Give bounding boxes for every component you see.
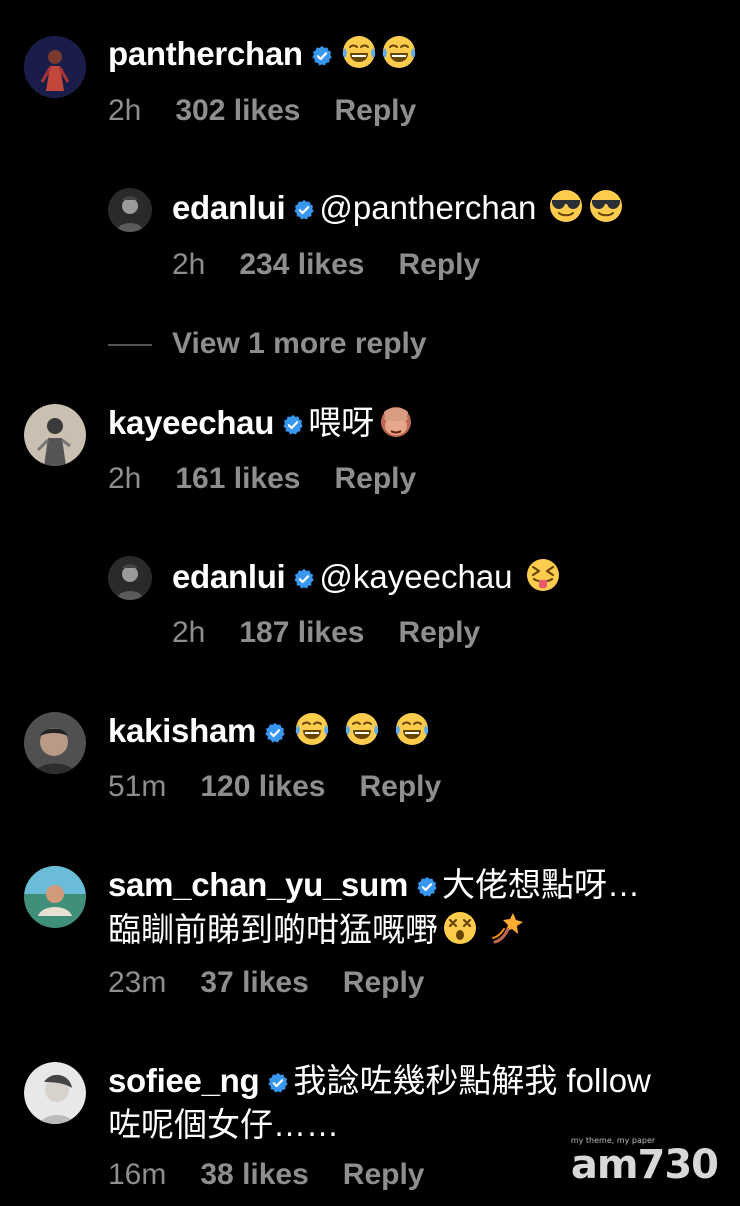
comment-line: sam_chan_yu_sum 大佬想點呀… [108,863,640,907]
view-more-replies-button[interactable]: View 1 more reply [108,324,427,364]
username[interactable]: sofiee_ng [108,1062,260,1099]
avatar[interactable] [24,1062,86,1124]
avatar[interactable] [24,712,86,774]
comment-line: kakisham [108,709,430,753]
verified-badge-icon [293,568,315,590]
likes-count[interactable]: 37 likes [200,966,308,999]
verified-badge-icon [267,1072,289,1094]
timestamp: 2h [108,462,142,495]
comment-meta: 2h 187 likes Reply [172,613,480,653]
timestamp: 2h [172,616,206,649]
reply-button[interactable]: Reply [335,94,417,127]
comment-line: edanlui @pantherchan [172,186,624,230]
reply-button[interactable]: Reply [399,616,481,649]
laughing-emoji-icon [344,711,380,747]
comment-meta: 2h 161 likes Reply [108,459,416,499]
watermark-text: am730 [570,1142,719,1188]
squinting-tongue-emoji-icon [525,557,561,593]
comment-text: 喂呀 [308,404,375,441]
mention-link[interactable]: @kayeechau [319,558,512,595]
comment-meta: 2h 302 likes Reply [108,91,416,131]
comment-meta: 2h 234 likes Reply [172,245,480,285]
sunglasses-emoji-icon [548,188,584,224]
timestamp: 2h [172,248,206,281]
verified-badge-icon [264,722,286,744]
avatar[interactable] [24,404,86,466]
timestamp: 23m [108,966,167,999]
divider [108,344,152,347]
laughing-emoji-icon [294,711,330,747]
comment-text: 我諗咗幾秒點解我 follow [293,1062,651,1099]
comment-meta: 16m 38 likes Reply [108,1155,425,1195]
reply-button[interactable]: Reply [335,462,417,495]
timestamp: 51m [108,770,167,803]
verified-badge-icon [311,45,333,67]
reply-button[interactable]: Reply [343,966,425,999]
likes-count[interactable]: 234 likes [239,248,364,281]
watermark-tagline: my theme, my paper [570,1136,656,1145]
comment-line: kayeechau 喂呀 [108,401,414,445]
comment-line: sofiee_ng 我諗咗幾秒點解我 follow [108,1059,651,1103]
reply-button[interactable]: Reply [359,770,441,803]
username[interactable]: pantherchan [108,35,303,72]
timestamp: 2h [108,94,142,127]
username[interactable]: sam_chan_yu_sum [108,866,408,903]
am730-watermark-logo: my theme, my paper am730 [570,1136,719,1188]
comment-text: 咗呢個女仔…… [108,1106,339,1143]
reply-button[interactable]: Reply [399,248,481,281]
comment-text: 大佬想點呀… [442,866,640,903]
verified-badge-icon [416,876,438,898]
avatar[interactable] [108,188,152,232]
reply-button[interactable]: Reply [343,1158,425,1191]
dizzy-symbol-emoji-icon [490,910,526,946]
mention-link[interactable]: @pantherchan [319,189,536,226]
comment-meta: 23m 37 likes Reply [108,963,425,1003]
likes-count[interactable]: 161 likes [175,462,300,495]
laughing-emoji-icon [341,34,377,70]
likes-count[interactable]: 38 likes [200,1158,308,1191]
sunglasses-emoji-icon [588,188,624,224]
comment-text: 臨瞓前睇到啲咁猛嘅嘢 [108,911,438,948]
verified-badge-icon [293,199,315,221]
comment-line: pantherchan [108,32,417,76]
username[interactable]: kakisham [108,712,256,749]
username[interactable]: edanlui [172,189,286,226]
dizzy-face-emoji-icon [442,910,478,946]
see-no-evil-monkey-emoji-icon [378,403,414,439]
comment-text-continued: 臨瞓前睇到啲咁猛嘅嘢 [108,908,526,952]
avatar[interactable] [24,36,86,98]
avatar[interactable] [24,866,86,928]
username[interactable]: edanlui [172,558,286,595]
likes-count[interactable]: 120 likes [200,770,325,803]
comment-text-continued: 咗呢個女仔…… [108,1103,339,1147]
comment-line: edanlui @kayeechau [172,555,561,599]
avatar[interactable] [108,556,152,600]
likes-count[interactable]: 302 likes [175,94,300,127]
timestamp: 16m [108,1158,167,1191]
laughing-emoji-icon [394,711,430,747]
verified-badge-icon [282,414,304,436]
likes-count[interactable]: 187 likes [239,616,364,649]
username[interactable]: kayeechau [108,404,274,441]
laughing-emoji-icon [381,34,417,70]
comment-meta: 51m 120 likes Reply [108,767,441,807]
view-more-label: View 1 more reply [172,327,427,360]
